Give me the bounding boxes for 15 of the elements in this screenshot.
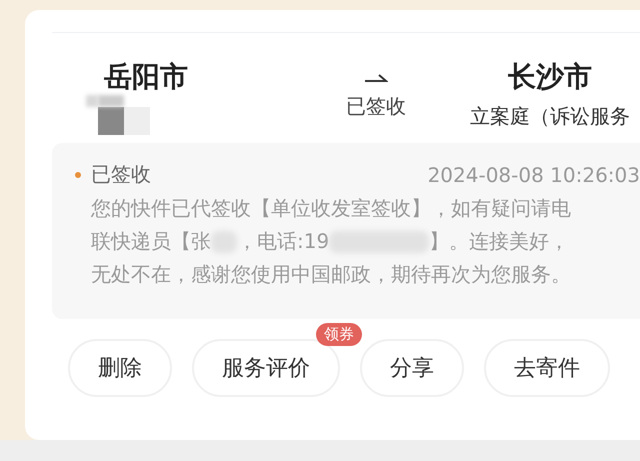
tracking-time: 2024-08-08 10:26:03	[428, 162, 640, 186]
tracking-status: 已签收	[91, 161, 151, 188]
tracking-text: 您的快件已代签收【单位收发室签收】，如有疑问请电	[91, 195, 571, 222]
tracking-text: 联快递员【张	[91, 228, 211, 255]
tracking-text: 无处不在，感谢您使用中国邮政，期待再次为您服务。	[91, 261, 571, 288]
action-button[interactable]: 分享	[360, 339, 464, 397]
route-status: 已签收	[346, 93, 406, 120]
action-button[interactable]: 删除	[68, 339, 172, 397]
tracking-text: ，电话:19	[237, 228, 330, 255]
origin-city: 岳阳市	[104, 59, 189, 95]
coupon-badge: 领券	[316, 323, 362, 346]
tracking-text: 】。连接美好，	[429, 228, 570, 255]
destination-place: 立案庭（诉讼服务	[470, 103, 630, 130]
action-button[interactable]: 去寄件	[484, 339, 610, 397]
destination-city: 长沙市	[508, 59, 592, 95]
